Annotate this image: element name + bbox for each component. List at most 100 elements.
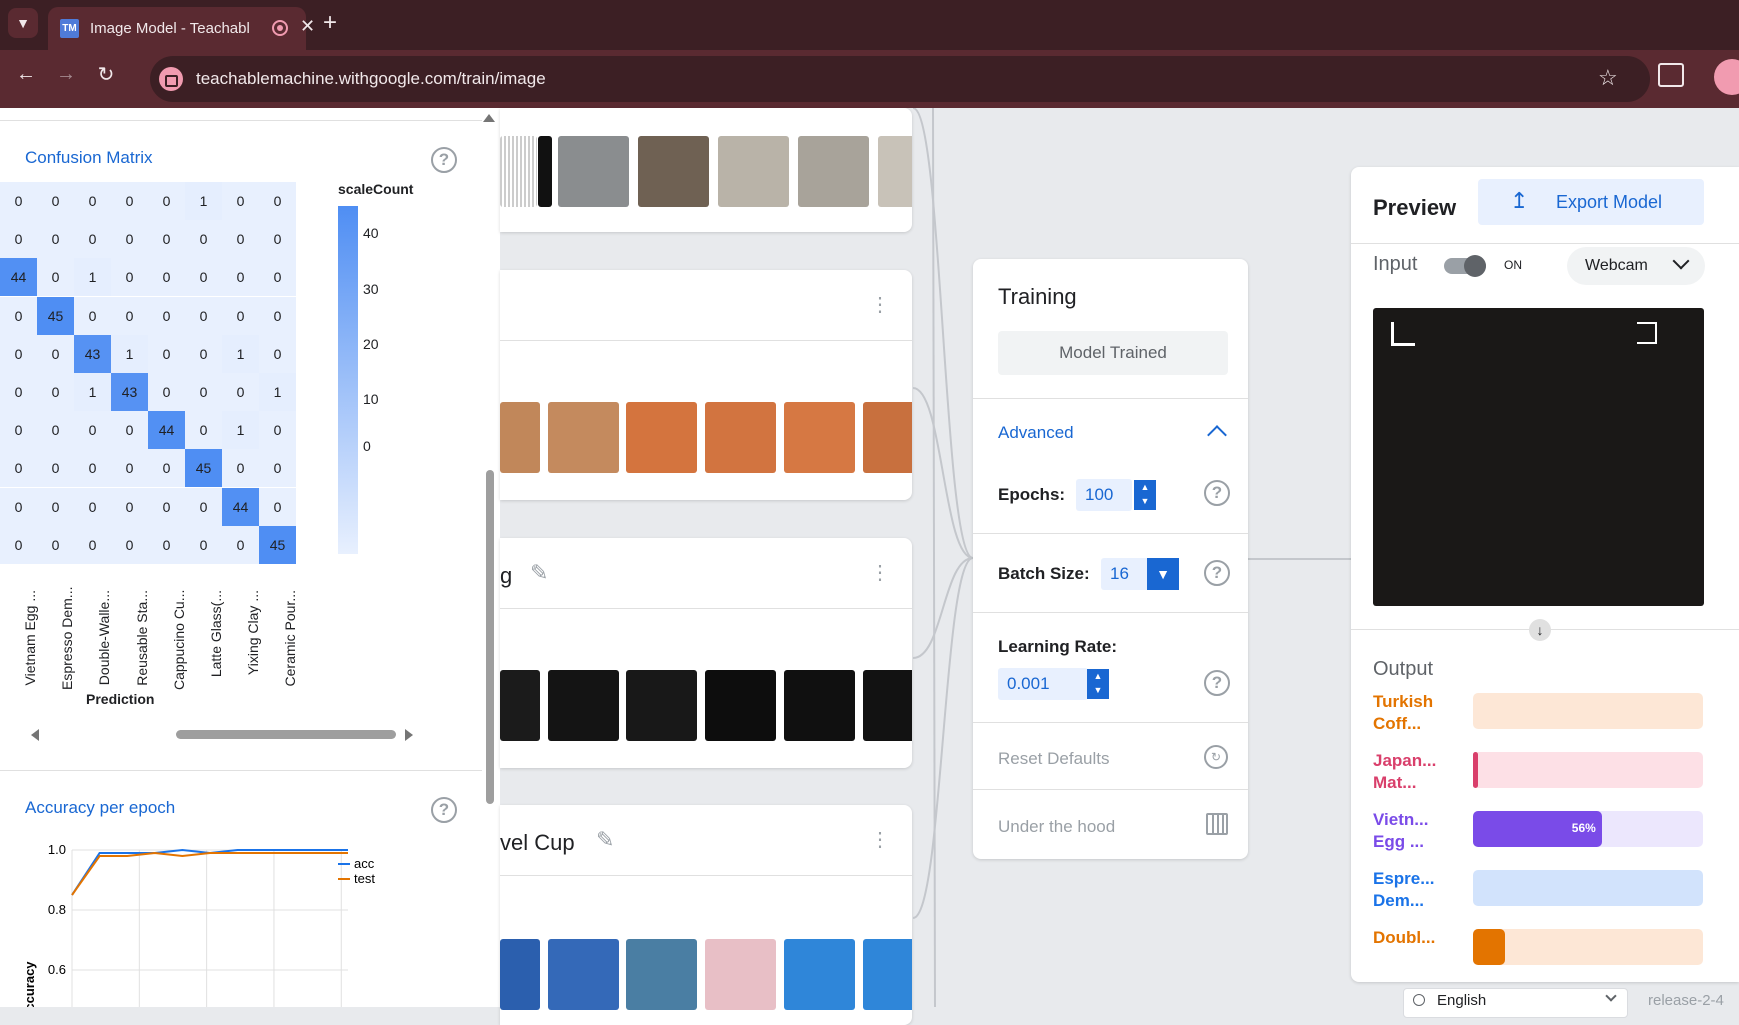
- h-scroll-right-arrow[interactable]: [405, 729, 413, 741]
- sample-thumb[interactable]: [878, 136, 912, 207]
- scroll-up-arrow[interactable]: [483, 114, 495, 122]
- sample-thumb[interactable]: [784, 670, 855, 741]
- sample-thumb[interactable]: [538, 136, 552, 207]
- crop-icon[interactable]: [1391, 322, 1415, 346]
- advanced-toggle[interactable]: Advanced: [998, 423, 1074, 443]
- learning-rate-help-icon[interactable]: ?: [1204, 670, 1230, 696]
- class-options-icon[interactable]: ⋮: [870, 563, 890, 583]
- sample-thumb[interactable]: [500, 402, 540, 473]
- browser-tab[interactable]: TM Image Model - Teachable M ✕: [48, 7, 315, 50]
- edit-name-icon[interactable]: ✎: [530, 560, 548, 586]
- epochs-label: Epochs:: [998, 485, 1066, 504]
- matrix-cell: 0: [148, 258, 185, 297]
- close-tab-icon[interactable]: ✕: [300, 16, 315, 37]
- sample-thumb[interactable]: [705, 402, 776, 473]
- batch-dropdown-icon[interactable]: ▼: [1147, 558, 1179, 590]
- omnibox[interactable]: teachablemachine.withgoogle.com/train/im…: [150, 56, 1650, 102]
- matrix-cell: 0: [259, 258, 296, 297]
- sample-thumb[interactable]: [500, 136, 537, 207]
- batch-help-icon[interactable]: ?: [1204, 560, 1230, 586]
- language-select[interactable]: English: [1403, 988, 1628, 1018]
- camera-permission-icon[interactable]: [159, 67, 183, 91]
- sample-thumb[interactable]: [500, 939, 540, 1010]
- legend-label: acc: [354, 856, 375, 871]
- batch-size-value: 16: [1110, 564, 1129, 583]
- sample-thumb[interactable]: [863, 402, 912, 473]
- class-options-icon[interactable]: ⋮: [870, 830, 890, 850]
- tab-title: Image Model - Teachable M: [90, 20, 250, 37]
- learning-rate-stepper[interactable]: ▲ ▼: [1087, 669, 1109, 699]
- learning-rate-input[interactable]: 0.001: [998, 668, 1088, 700]
- history-icon[interactable]: ↻: [1204, 745, 1228, 769]
- horizontal-scrollbar-thumb[interactable]: [176, 730, 396, 739]
- matrix-cell: 1: [74, 373, 111, 411]
- output-bar: [1473, 752, 1703, 788]
- sample-thumb[interactable]: [500, 670, 540, 741]
- sample-thumb[interactable]: [705, 670, 776, 741]
- matrix-cell: 0: [111, 182, 148, 220]
- tab-list-button[interactable]: ▼: [8, 8, 38, 38]
- x-axis-label: Yixing Clay ...: [245, 590, 262, 676]
- sample-thumb[interactable]: [626, 402, 697, 473]
- vertical-scrollbar-thumb[interactable]: [486, 470, 494, 804]
- sample-thumb[interactable]: [548, 939, 619, 1010]
- connector-to-preview: [1248, 558, 1351, 560]
- toggle-state: ON: [1504, 258, 1522, 272]
- input-label: Input: [1373, 253, 1418, 275]
- accuracy-help-icon[interactable]: ?: [431, 797, 457, 823]
- epochs-stepper[interactable]: ▲ ▼: [1134, 480, 1156, 510]
- under-the-hood-button[interactable]: Under the hood: [998, 817, 1115, 837]
- expand-down-icon[interactable]: ↓: [1529, 619, 1551, 641]
- matrix-cell: 0: [222, 525, 259, 564]
- flip-icon[interactable]: [1637, 322, 1657, 344]
- bookmark-star-icon[interactable]: ☆: [1598, 65, 1618, 91]
- epochs-help-icon[interactable]: ?: [1204, 480, 1230, 506]
- sample-thumb[interactable]: [718, 136, 789, 207]
- batch-size-label: Batch Size:: [998, 564, 1090, 583]
- sample-thumb[interactable]: [863, 939, 912, 1010]
- matrix-cell: 0: [148, 487, 185, 526]
- sample-thumb[interactable]: [705, 939, 776, 1010]
- input-toggle[interactable]: [1444, 255, 1486, 277]
- sample-thumb[interactable]: [638, 136, 709, 207]
- profile-avatar[interactable]: [1714, 59, 1739, 95]
- matrix-cell: 1: [185, 182, 222, 220]
- matrix-cell: 0: [222, 296, 259, 335]
- model-trained-button[interactable]: Model Trained: [998, 331, 1228, 375]
- epochs-input[interactable]: 100: [1076, 479, 1132, 511]
- matrix-cell: 0: [74, 487, 111, 526]
- matrix-cell: 0: [0, 182, 37, 220]
- extensions-icon[interactable]: [1658, 63, 1684, 87]
- batch-size-select[interactable]: 16: [1101, 558, 1149, 590]
- reload-icon[interactable]: ↻: [94, 62, 118, 87]
- sample-thumb[interactable]: [863, 670, 912, 741]
- sample-thumb[interactable]: [798, 136, 869, 207]
- release-label: release-2-4: [1648, 992, 1724, 1009]
- forward-icon[interactable]: →: [54, 63, 78, 86]
- sample-thumb[interactable]: [626, 670, 697, 741]
- back-icon[interactable]: ←: [14, 63, 38, 86]
- class-name-4[interactable]: vel Cup: [500, 830, 575, 856]
- bar-chart-icon[interactable]: [1206, 813, 1228, 835]
- output-bar: [1473, 693, 1703, 729]
- confusion-help-icon[interactable]: ?: [431, 147, 457, 173]
- edit-name-icon[interactable]: ✎: [596, 827, 614, 853]
- class-name-3[interactable]: g: [500, 563, 512, 589]
- section-divider: [0, 770, 482, 771]
- sample-thumb[interactable]: [548, 402, 619, 473]
- training-title: Training: [998, 284, 1077, 309]
- export-model-button[interactable]: ↥ Export Model: [1478, 179, 1704, 225]
- matrix-cell: 0: [0, 373, 37, 411]
- reset-defaults-button[interactable]: Reset Defaults: [998, 749, 1110, 769]
- source-dropdown[interactable]: Webcam: [1567, 247, 1705, 285]
- new-tab-button[interactable]: +: [318, 9, 342, 37]
- sample-thumb[interactable]: [548, 670, 619, 741]
- class-options-icon[interactable]: ⋮: [870, 295, 890, 315]
- sample-thumb[interactable]: [558, 136, 629, 207]
- sample-thumb[interactable]: [784, 939, 855, 1010]
- h-scroll-left-arrow[interactable]: [31, 729, 39, 741]
- chevron-up-icon[interactable]: [1207, 425, 1227, 445]
- sample-thumb[interactable]: [784, 402, 855, 473]
- sample-thumb[interactable]: [626, 939, 697, 1010]
- tab-bar: ▼ TM Image Model - Teachable M ✕ +: [0, 0, 1739, 50]
